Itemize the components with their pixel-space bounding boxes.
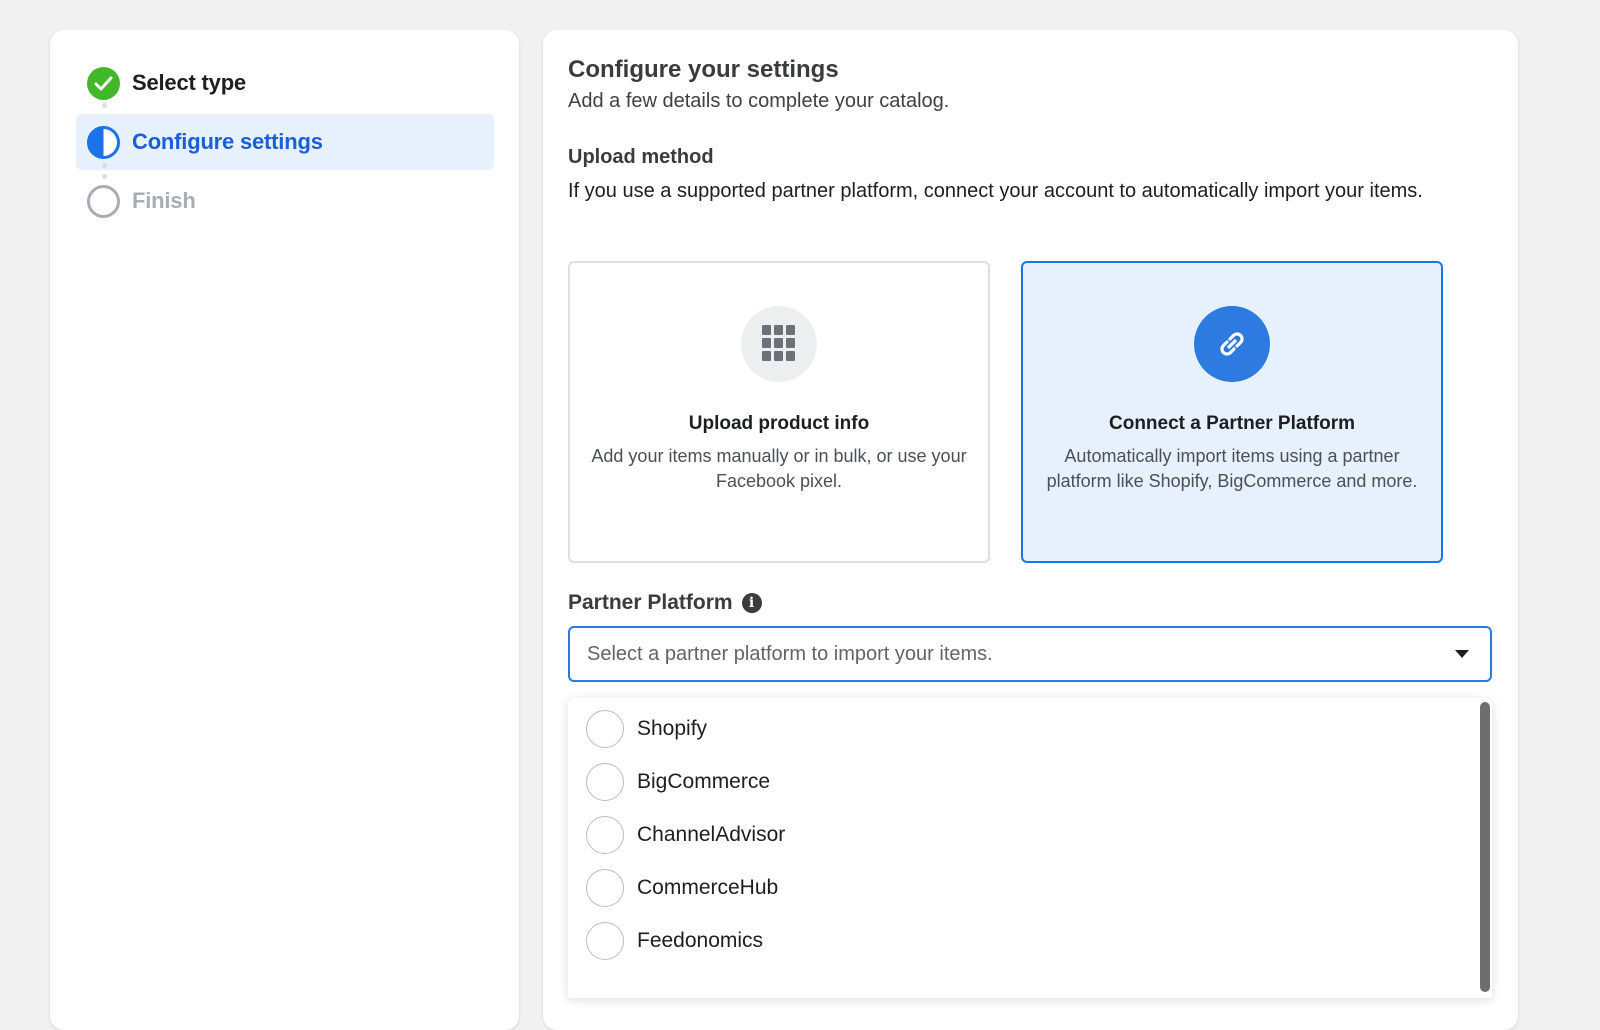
dropdown-option-feedonomics[interactable]: Feedonomics xyxy=(586,921,763,961)
option-label: Feedonomics xyxy=(637,929,764,952)
chevron-down-icon[interactable] xyxy=(1455,650,1469,658)
dropdown-option-shopify[interactable]: Shopify xyxy=(586,709,707,749)
card-title: Connect a Partner Platform xyxy=(1109,413,1355,434)
info-icon[interactable]: i xyxy=(741,593,762,613)
link-icon xyxy=(1194,306,1270,382)
radio-button[interactable] xyxy=(586,869,624,907)
page-title: Configure your settings xyxy=(568,56,839,83)
option-label: ChannelAdvisor xyxy=(637,823,786,846)
dropdown-option-channeladvisor[interactable]: ChannelAdvisor xyxy=(586,815,785,855)
partner-platform-select[interactable]: Select a partner platform to import your… xyxy=(568,626,1492,682)
option-label: CommerceHub xyxy=(637,876,779,899)
step-select-type[interactable]: Select type xyxy=(76,55,494,111)
card-title: Upload product info xyxy=(688,413,870,434)
upload-product-info-card[interactable]: Upload product info Add your items manua… xyxy=(568,261,990,563)
option-label: Shopify xyxy=(637,717,708,740)
upload-method-title: Upload method xyxy=(568,146,714,168)
select-placeholder: Select a partner platform to import your… xyxy=(587,642,993,665)
half-circle-icon xyxy=(87,125,120,159)
partner-platform-label-text: Partner Platform xyxy=(568,591,733,614)
step-label: Finish xyxy=(132,188,196,213)
connect-partner-platform-card[interactable]: Connect a Partner Platform Automatically… xyxy=(1021,261,1443,563)
empty-circle-icon xyxy=(87,184,120,218)
radio-button[interactable] xyxy=(586,922,624,960)
check-circle-icon xyxy=(87,66,120,100)
dropdown-option-commercehub[interactable]: CommerceHub xyxy=(586,868,778,908)
radio-button[interactable] xyxy=(586,763,624,801)
radio-button[interactable] xyxy=(586,816,624,854)
step-configure-settings[interactable]: Configure settings xyxy=(76,114,494,170)
radio-button[interactable] xyxy=(586,710,624,748)
page-subtitle: Add a few details to complete your catal… xyxy=(568,90,950,112)
step-finish[interactable]: Finish xyxy=(76,173,494,229)
dropdown-scrollbar[interactable] xyxy=(1480,702,1490,992)
partner-platform-label: Partner Platform i xyxy=(568,591,762,615)
grid-icon xyxy=(741,306,817,382)
card-description: Add your items manually or in bulk, or u… xyxy=(591,446,967,491)
step-label: Select type xyxy=(132,70,246,95)
step-label: Configure settings xyxy=(132,129,323,154)
option-label: BigCommerce xyxy=(637,770,771,793)
dropdown-option-bigcommerce[interactable]: BigCommerce xyxy=(586,762,770,802)
settings-panel: Configure your settings Add a few detail… xyxy=(543,30,1518,1030)
stepper-panel: Select type Configure settings Finish xyxy=(50,30,519,1030)
card-description: Automatically import items using a partn… xyxy=(1046,446,1418,491)
partner-platform-dropdown: Shopify BigCommerce ChannelAdvisor Comme… xyxy=(568,698,1492,998)
upload-method-description: If you use a supported partner platform,… xyxy=(568,180,1423,202)
